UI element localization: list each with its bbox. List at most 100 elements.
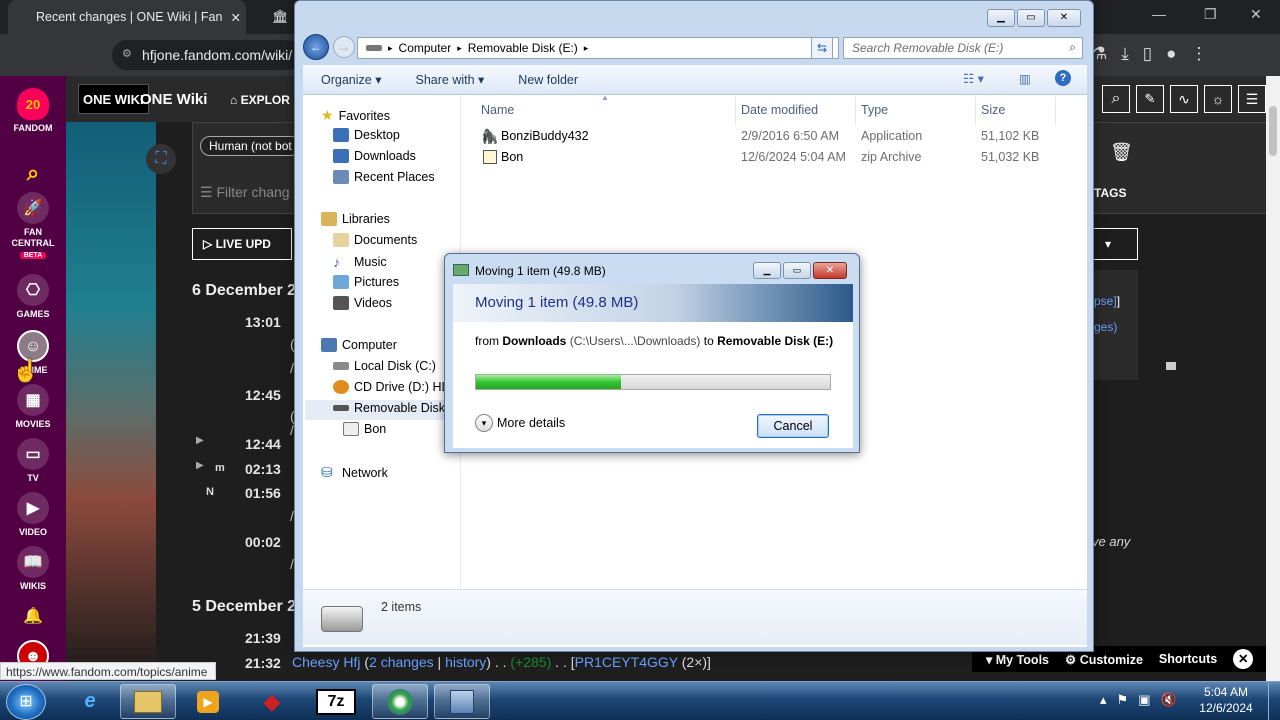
theme-icon[interactable]: ☼: [1204, 85, 1232, 113]
action-center-icon[interactable]: ⚑: [1117, 692, 1129, 708]
expand-arrow-icon[interactable]: ▶: [196, 460, 204, 471]
search-input[interactable]: Search Removable Disk (E:) ⌕: [843, 37, 1083, 59]
minimize-window-icon[interactable]: —: [1152, 6, 1166, 22]
shortcuts-button[interactable]: Shortcuts: [1159, 652, 1217, 666]
discussion-icon[interactable]: ✎: [1136, 85, 1164, 113]
share-with-button[interactable]: Share with ▾: [397, 72, 500, 87]
nav-favorites[interactable]: ★ Favorites: [321, 107, 390, 124]
nav-fan-central[interactable]: 🚀 FAN CENTRAL BETA: [0, 192, 66, 261]
nav-pictures[interactable]: Pictures: [333, 275, 399, 289]
activity-icon[interactable]: ∿: [1170, 85, 1198, 113]
column-size[interactable]: Size: [981, 103, 1005, 117]
explorer-icon[interactable]: [120, 684, 176, 719]
scrollbar-thumb[interactable]: [1269, 106, 1277, 156]
my-tools-button[interactable]: ▾ My Tools: [986, 652, 1049, 667]
preview-pane-icon[interactable]: ▥: [1019, 71, 1031, 86]
maximize-icon[interactable]: ▭: [1017, 9, 1045, 27]
file-row[interactable]: 🦍 BonziBuddy432 2/9/2016 6:50 AM Applica…: [463, 126, 1087, 147]
nav-desktop[interactable]: Desktop: [333, 128, 400, 142]
device-icon[interactable]: ▣: [1138, 692, 1150, 708]
nav-bon[interactable]: Bon: [343, 422, 386, 436]
filter-input[interactable]: ☰ Filter chang: [200, 184, 290, 201]
live-updates-button[interactable]: ▷ LIVE UPD: [192, 228, 292, 260]
profile-icon[interactable]: ●: [1166, 44, 1176, 64]
breadcrumb-removable-disk[interactable]: Removable Disk (E:): [468, 41, 578, 55]
nav-music[interactable]: ♪ Music: [333, 254, 387, 270]
browser-icon[interactable]: [372, 684, 428, 719]
address-bar[interactable]: ⚙ hfjone.fandom.com/wiki/: [112, 40, 302, 70]
more-menu-icon[interactable]: ☰: [1238, 85, 1266, 113]
show-hidden-icons[interactable]: ▴: [1100, 692, 1107, 708]
close-icon[interactable]: ✕: [1047, 9, 1081, 27]
nav-network[interactable]: ⛁ Network: [321, 464, 388, 481]
column-date-modified[interactable]: Date modified: [741, 103, 818, 117]
fullscreen-icon[interactable]: ⛶: [146, 144, 176, 174]
close-window-icon[interactable]: ✕: [1250, 6, 1262, 23]
lab-icon[interactable]: ⚗: [1092, 44, 1107, 64]
breadcrumb-computer[interactable]: Computer: [399, 41, 452, 55]
fandom-logo[interactable]: 20 FANDOM: [0, 88, 66, 134]
view-toggle-button[interactable]: ▾: [1092, 228, 1138, 260]
history-link[interactable]: history: [445, 654, 486, 670]
view-options-icon[interactable]: ☷ ▾: [963, 71, 984, 86]
sidebar-icon[interactable]: ▯: [1143, 44, 1152, 64]
column-type[interactable]: Type: [861, 103, 888, 117]
nav-videos[interactable]: Videos: [333, 296, 392, 310]
search-icon[interactable]: ⌕: [1102, 85, 1130, 113]
nav-libraries[interactable]: Libraries: [321, 212, 390, 226]
restore-window-icon[interactable]: ❐: [1204, 6, 1217, 23]
menu-icon[interactable]: ⋮: [1190, 44, 1207, 64]
show-desktop-button[interactable]: [1268, 682, 1280, 720]
nav-movies[interactable]: ▦ MOVIES: [0, 384, 66, 430]
collapse-link[interactable]: pse]]: [1094, 294, 1120, 308]
tab-close-icon[interactable]: ✕: [230, 10, 246, 25]
user-link[interactable]: Cheesy Hfj: [292, 654, 360, 670]
explore-menu[interactable]: ⌂ EXPLOR: [230, 93, 290, 107]
nav-downloads[interactable]: Downloads: [333, 149, 416, 163]
changes-link[interactable]: 2 changes: [369, 654, 434, 670]
volume-muted-icon[interactable]: 🔇: [1160, 692, 1176, 708]
network-transfer-icon[interactable]: [434, 684, 490, 719]
nav-local-disk[interactable]: Local Disk (C:): [333, 359, 436, 373]
notifications-button[interactable]: 🔔: [0, 600, 66, 635]
source-folder[interactable]: Downloads: [502, 334, 566, 348]
nav-tv[interactable]: ▭ TV: [0, 438, 66, 484]
nav-cd-drive[interactable]: CD Drive (D:) HL2: [333, 380, 455, 394]
close-icon[interactable]: ✕: [813, 262, 847, 279]
nav-computer[interactable]: Computer: [321, 338, 397, 352]
taskbar-clock[interactable]: 5:04 AM 12/6/2024: [1196, 684, 1256, 716]
back-icon[interactable]: ←: [303, 34, 329, 60]
media-player-icon[interactable]: ▶: [180, 684, 236, 719]
download-icon[interactable]: ⤓: [1121, 44, 1129, 64]
7zip-icon[interactable]: 7z: [308, 684, 364, 719]
site-info-icon[interactable]: ⚙: [122, 47, 132, 60]
maximize-icon[interactable]: ▭: [783, 262, 811, 279]
forward-icon[interactable]: →: [333, 36, 355, 58]
customize-button[interactable]: ⚙ Customize: [1065, 652, 1143, 667]
tags-label[interactable]: TAGS: [1094, 186, 1126, 200]
browser-tab[interactable]: 🏛 Al: [252, 0, 296, 34]
filter-chip[interactable]: Human (not bot: [200, 136, 301, 156]
minimize-icon[interactable]: ▁: [987, 9, 1015, 27]
destination-folder[interactable]: Removable Disk (E:): [717, 334, 833, 348]
close-toolbar-icon[interactable]: ✕: [1233, 649, 1254, 669]
nav-removable-disk[interactable]: Removable Disk (: [333, 401, 453, 415]
address-breadcrumb[interactable]: ▸ Computer ▸ Removable Disk (E:) ▸ ▼: [357, 37, 839, 59]
wiki-logo[interactable]: ONE WIKI: [78, 84, 149, 114]
nav-video[interactable]: ▶ VIDEO: [0, 492, 66, 538]
app-red-icon[interactable]: ◆: [244, 684, 300, 719]
ie-icon[interactable]: e: [62, 684, 118, 719]
refresh-icon[interactable]: ⇆: [811, 37, 833, 59]
nav-games[interactable]: ⎔ GAMES: [0, 274, 66, 320]
minimize-icon[interactable]: ▁: [753, 262, 781, 279]
trash-icon[interactable]: 🗑: [1110, 142, 1133, 163]
search-button[interactable]: ⌕: [0, 156, 66, 191]
cancel-button[interactable]: Cancel: [757, 414, 829, 438]
column-name[interactable]: Name: [481, 103, 514, 117]
tag-link[interactable]: PR1CEYT4GGY: [575, 654, 678, 670]
start-button[interactable]: ⊞: [6, 684, 46, 720]
new-folder-button[interactable]: New folder: [500, 73, 594, 87]
nav-recent-places[interactable]: Recent Places: [333, 170, 435, 184]
file-row[interactable]: Bon 12/6/2024 5:04 AM zip Archive 51,032…: [463, 147, 1087, 168]
changes-link[interactable]: ges): [1094, 320, 1117, 334]
